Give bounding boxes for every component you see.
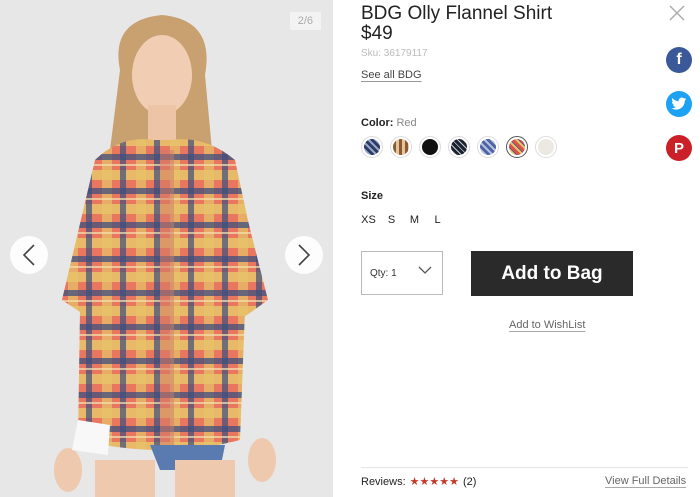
swatch-navy-plaid[interactable] bbox=[361, 136, 383, 158]
reviews-label: Reviews: bbox=[361, 475, 406, 488]
swatch-black-white-plaid[interactable] bbox=[448, 136, 470, 158]
reviews-summary: Reviews: ★★★★★ (2) bbox=[361, 475, 476, 489]
add-to-wishlist-link[interactable]: Add to WishList bbox=[509, 319, 585, 331]
view-full-details-link[interactable]: View Full Details bbox=[605, 475, 686, 487]
reviews-count[interactable]: (2) bbox=[463, 476, 476, 488]
size-label: Size bbox=[361, 190, 384, 202]
close-button[interactable] bbox=[668, 4, 686, 22]
color-label: Color: Red bbox=[361, 117, 417, 129]
size-option-l[interactable]: L bbox=[422, 214, 453, 226]
quantity-value: Qty: 1 bbox=[370, 267, 397, 279]
quantity-select[interactable]: Qty: 1 bbox=[361, 251, 443, 295]
facebook-icon: f bbox=[676, 51, 682, 68]
product-details: BDG Olly Flannel Shirt $49 Sku: 36179117… bbox=[361, 0, 700, 497]
swatch-tan-plaid[interactable] bbox=[390, 136, 412, 158]
chevron-right-icon bbox=[298, 244, 311, 266]
color-swatches bbox=[361, 136, 557, 158]
facebook-share-button[interactable]: f bbox=[666, 47, 692, 73]
product-title: BDG Olly Flannel Shirt bbox=[361, 3, 553, 24]
chevron-down-icon bbox=[418, 266, 432, 274]
divider bbox=[361, 467, 688, 468]
twitter-share-button[interactable] bbox=[666, 91, 692, 117]
see-all-brand-link[interactable]: See all BDG bbox=[361, 69, 422, 81]
product-image-gallery: 2/6 bbox=[0, 0, 333, 497]
product-photo bbox=[0, 0, 333, 497]
previous-image-button[interactable] bbox=[10, 236, 48, 274]
swatch-cream[interactable] bbox=[535, 136, 557, 158]
product-sku: Sku: 36179117 bbox=[361, 48, 428, 59]
product-price: $49 bbox=[361, 23, 393, 44]
close-icon bbox=[669, 5, 685, 21]
image-counter: 2/6 bbox=[289, 12, 321, 30]
twitter-icon bbox=[671, 97, 687, 110]
add-to-bag-button[interactable]: Add to Bag bbox=[471, 251, 633, 296]
pinterest-share-button[interactable]: P bbox=[666, 135, 692, 161]
selected-color-name: Red bbox=[396, 117, 417, 129]
swatch-red[interactable] bbox=[506, 136, 528, 158]
swatch-black[interactable] bbox=[419, 136, 441, 158]
pinterest-icon: P bbox=[673, 139, 684, 157]
star-rating-icon[interactable]: ★★★★★ bbox=[410, 475, 459, 488]
chevron-left-icon bbox=[22, 244, 35, 266]
size-options: XS S M L bbox=[361, 214, 453, 226]
swatch-blue-plaid[interactable] bbox=[477, 136, 499, 158]
color-label-text: Color: bbox=[361, 117, 394, 129]
next-image-button[interactable] bbox=[285, 236, 323, 274]
